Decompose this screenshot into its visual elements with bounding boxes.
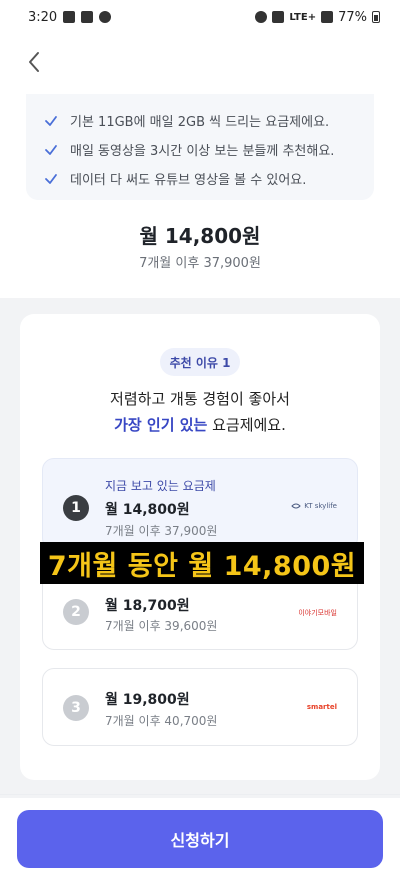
network-indicator: LTE+ — [289, 11, 317, 23]
feature-item: 데이터 다 써도 유튜브 영상을 볼 수 있어요. — [44, 164, 360, 193]
plan-features: 기본 11GB에 매일 2GB 씩 드리는 요금제에요. 매일 동영상을 3시간… — [26, 94, 374, 200]
reason-title: 저렴하고 개통 경험이 좋아서 — [110, 390, 290, 408]
status-bar: 3:20 LTE+ 77% — [0, 0, 400, 34]
apply-button[interactable]: 신청하기 — [17, 810, 383, 868]
plan-option-after: 7개월 이후 37,900원 — [105, 524, 218, 538]
signal-icon — [321, 11, 334, 23]
check-icon — [45, 115, 57, 126]
notification-icon — [81, 11, 94, 23]
plan-option-after: 7개월 이후 40,700원 — [105, 714, 218, 728]
promo-banner: 7개월 동안 월 14,800원 — [40, 542, 364, 584]
carrier-logo: smartel — [306, 703, 337, 711]
carrier-mark-icon — [291, 503, 301, 509]
plan-price-after: 7개월 이후 37,900원 — [139, 256, 261, 271]
current-plan-label: 지금 보고 있는 요금제 — [105, 479, 216, 493]
reason-subtitle: 가장 인기 있는 요금제에요. — [0, 414, 400, 435]
battery-percent: 77% — [338, 9, 367, 25]
chat-icon — [99, 11, 112, 23]
battery-icon — [372, 11, 380, 23]
plan-option-1[interactable]: 1 지금 보고 있는 요금제 월 14,800원 7개월 이후 37,900원 … — [42, 458, 358, 550]
reason-subtitle-rest: 요금제에요. — [207, 416, 286, 434]
rank-badge: 2 — [63, 599, 89, 625]
feature-item: 기본 11GB에 매일 2GB 씩 드리는 요금제에요. — [44, 106, 360, 135]
feature-item: 매일 동영상을 3시간 이상 보는 분들께 추천해요. — [44, 135, 360, 164]
reason-highlight: 가장 인기 있는 — [114, 416, 208, 434]
plan-price: 월 14,800원 — [139, 224, 261, 248]
back-button[interactable] — [20, 48, 48, 76]
mute-icon — [272, 11, 285, 23]
chevron-left-icon — [29, 52, 39, 72]
plan-option-3[interactable]: 3 월 19,800원 7개월 이후 40,700원 smartel — [42, 668, 358, 746]
divider — [0, 794, 400, 795]
carrier-logo: KT skylife — [291, 502, 337, 510]
feature-text: 기본 11GB에 매일 2GB 씩 드리는 요금제에요. — [70, 115, 330, 130]
rank-badge: 3 — [63, 695, 89, 721]
rank-badge: 1 — [63, 495, 89, 521]
reason-badge: 추천 이유 1 — [160, 348, 240, 376]
plan-option-price: 월 14,800원 — [105, 502, 190, 518]
plan-option-after: 7개월 이후 39,600원 — [105, 619, 218, 633]
plan-option-price: 월 18,700원 — [105, 598, 190, 614]
check-icon — [45, 173, 57, 184]
carrier-logo-text: KT skylife — [304, 502, 337, 510]
plan-option-price: 월 19,800원 — [105, 692, 190, 708]
alarm-icon — [255, 11, 268, 23]
status-time: 3:20 — [28, 9, 58, 25]
gallery-icon — [63, 11, 76, 23]
feature-text: 데이터 다 써도 유튜브 영상을 볼 수 있어요. — [70, 173, 307, 188]
feature-text: 매일 동영상을 3시간 이상 보는 분들께 추천해요. — [70, 144, 335, 159]
carrier-logo: 이야기모바일 — [298, 609, 337, 617]
check-icon — [45, 144, 57, 155]
